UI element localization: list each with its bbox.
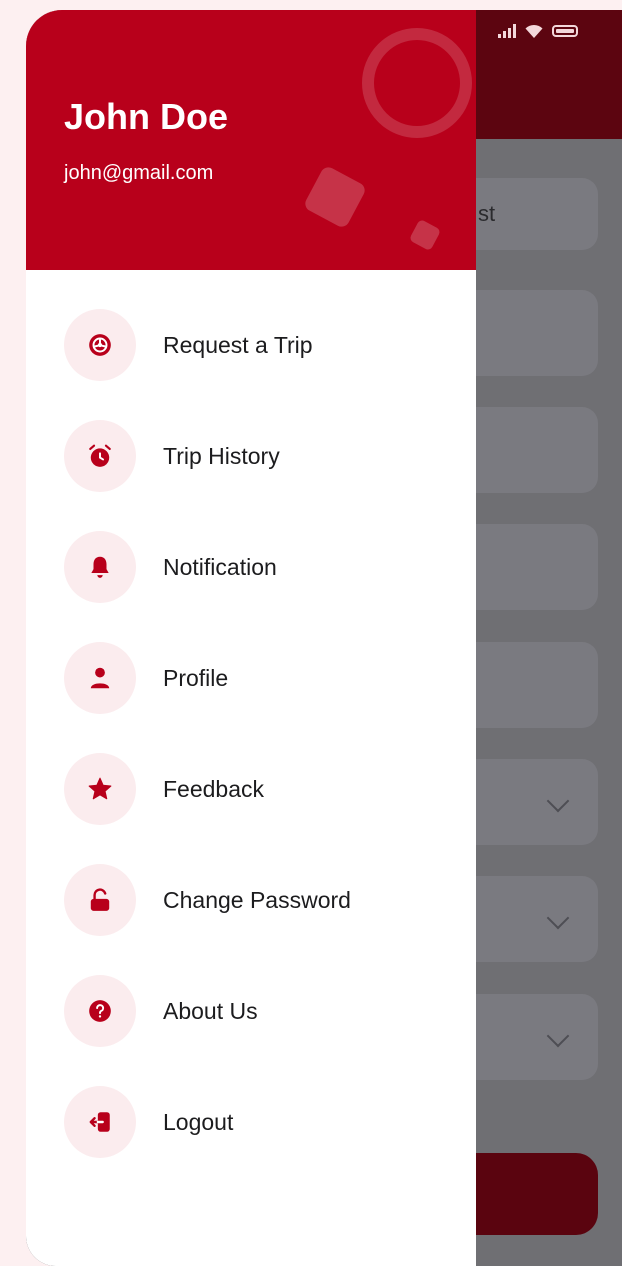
user-email: john@gmail.com: [64, 162, 214, 184]
menu-item-about-us[interactable]: About Us: [64, 974, 454, 1048]
battery-icon: [552, 25, 578, 37]
cellular-signal-icon: [498, 24, 516, 38]
unlocked-padlock-icon: [90, 888, 110, 911]
menu-icon-wrapper: [64, 864, 136, 936]
decorative-square: [302, 164, 368, 230]
menu-item-label: Notification: [163, 553, 277, 580]
status-bar: [498, 20, 578, 42]
menu-item-notification[interactable]: Notification: [64, 530, 454, 604]
user-name: John Doe: [64, 96, 229, 137]
menu-item-logout[interactable]: Logout: [64, 1085, 454, 1159]
menu-icon-wrapper: [64, 531, 136, 603]
menu-icon-wrapper: [64, 642, 136, 714]
menu-item-profile[interactable]: Profile: [64, 641, 454, 715]
menu-item-label: Feedback: [163, 775, 265, 802]
menu-item-change-password[interactable]: Change Password: [64, 863, 454, 937]
decorative-square-small: [408, 218, 442, 252]
menu-icon-wrapper: [64, 420, 136, 492]
bell-icon: [91, 556, 109, 578]
navigation-drawer: John Doe john@gmail.com Request a Trip T…: [26, 10, 476, 1266]
menu-item-label: Change Password: [163, 886, 351, 913]
menu-item-trip-history[interactable]: Trip History: [64, 419, 454, 493]
logout-icon: [89, 1112, 110, 1132]
steering-wheel-icon: [89, 334, 111, 356]
menu-item-label: Profile: [163, 664, 229, 691]
decorative-ring: [362, 28, 472, 138]
alarm-clock-icon: [89, 444, 111, 467]
phone-screen: st John Doe john@gmail.com Request a Tri…: [26, 10, 622, 1266]
drawer-header: John Doe john@gmail.com: [26, 10, 476, 270]
question-circle-icon: [89, 1000, 111, 1022]
menu-icon-wrapper: [64, 309, 136, 381]
menu-item-label: Trip History: [163, 442, 280, 469]
background-field-text: st: [478, 201, 496, 226]
menu-item-label: Request a Trip: [163, 331, 313, 358]
menu-item-request-a-trip[interactable]: Request a Trip: [64, 308, 454, 382]
person-icon: [90, 667, 110, 689]
menu-item-label: Logout: [163, 1108, 234, 1135]
wifi-icon: [525, 24, 543, 38]
menu-icon-wrapper: [64, 1086, 136, 1158]
star-icon: [88, 777, 112, 800]
menu-icon-wrapper: [64, 975, 136, 1047]
menu-icon-wrapper: [64, 753, 136, 825]
menu-item-feedback[interactable]: Feedback: [64, 752, 454, 826]
menu-item-label: About Us: [163, 997, 258, 1024]
